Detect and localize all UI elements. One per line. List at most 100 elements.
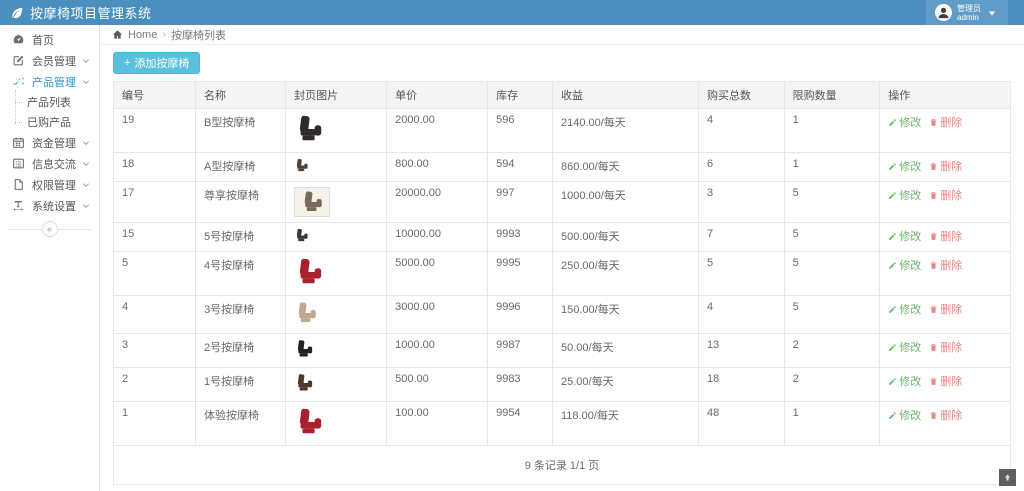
collapse-icon <box>42 221 58 237</box>
arrow-up-icon <box>1003 473 1012 482</box>
cell-name: A型按摩椅 <box>196 153 286 182</box>
table-row: 1 体验按摩椅 100.00 9954 118.00/每天 48 1 <box>114 402 1011 446</box>
avatar <box>935 4 952 21</box>
breadcrumb-separator: › <box>162 29 166 41</box>
cell-limit: 5 <box>784 296 880 334</box>
cell-purchases: 5 <box>699 252 785 296</box>
cell-limit: 1 <box>784 109 880 153</box>
cell-price: 10000.00 <box>387 223 488 252</box>
sidebar-item-products[interactable]: 产品管理 <box>0 71 99 92</box>
delete-link[interactable]: 删除 <box>929 339 962 355</box>
chevron-down-icon <box>82 202 90 210</box>
delete-link[interactable]: 删除 <box>929 187 962 203</box>
cell-limit: 2 <box>784 334 880 368</box>
breadcrumb-home[interactable]: Home <box>128 29 157 41</box>
sidebar-collapse-toggle[interactable] <box>0 218 99 240</box>
cell-stock: 9983 <box>488 368 553 402</box>
pencil-icon <box>888 261 897 270</box>
delete-link[interactable]: 删除 <box>929 301 962 317</box>
cell-stock: 997 <box>488 182 553 223</box>
cell-actions: 修改 删除 <box>880 252 1011 296</box>
cell-limit: 1 <box>784 402 880 446</box>
table-body: 19 B型按摩椅 2000.00 596 2140.00/每天 4 1 <box>114 109 1011 446</box>
massage-chair-photo <box>294 373 314 393</box>
edit-link[interactable]: 修改 <box>888 228 921 244</box>
cell-price: 3000.00 <box>387 296 488 334</box>
pencil-icon <box>888 343 897 352</box>
edit-link[interactable]: 修改 <box>888 373 921 389</box>
user-menu[interactable]: 管理员 admin <box>926 0 1008 25</box>
sidebar-item-messages[interactable]: 信息交流 <box>0 153 99 174</box>
cell-limit: 5 <box>784 182 880 223</box>
edit-link[interactable]: 修改 <box>888 187 921 203</box>
sidebar-subitem-purchased-products[interactable]: 已购产品 <box>0 112 99 132</box>
sidebar-item-home[interactable]: 首页 <box>0 29 99 50</box>
plus-icon: + <box>124 57 130 69</box>
sidebar-item-label: 首页 <box>32 32 54 48</box>
cell-limit: 5 <box>784 252 880 296</box>
sidebar-item-settings[interactable]: 系统设置 <box>0 195 99 216</box>
cell-revenue: 1000.00/每天 <box>552 182 698 223</box>
cell-purchases: 18 <box>699 368 785 402</box>
cell-revenue: 2140.00/每天 <box>552 109 698 153</box>
edit-link[interactable]: 修改 <box>888 257 921 273</box>
page: 按摩椅项目管理系统 管理员 admin 首页 会员管理 <box>0 0 1024 491</box>
cell-stock: 9993 <box>488 223 553 252</box>
cell-cover-image <box>286 296 387 334</box>
breadcrumb: Home › 按摩椅列表 <box>100 25 1024 45</box>
cell-stock: 596 <box>488 109 553 153</box>
back-to-top-button[interactable] <box>999 469 1016 486</box>
top-navbar: 按摩椅项目管理系统 管理员 admin <box>0 0 1024 25</box>
edit-link[interactable]: 修改 <box>888 301 921 317</box>
chevron-down-icon <box>82 181 90 189</box>
pencil-icon <box>888 162 897 171</box>
cell-price: 2000.00 <box>387 109 488 153</box>
cell-price: 500.00 <box>387 368 488 402</box>
sidebar-item-permissions[interactable]: 权限管理 <box>0 174 99 195</box>
delete-link[interactable]: 删除 <box>929 114 962 130</box>
column-header: 名称 <box>196 82 286 109</box>
edit-link[interactable]: 修改 <box>888 407 921 423</box>
cell-id: 17 <box>114 182 196 223</box>
table-row: 17 尊享按摩椅 20000.00 997 1000.00/每天 3 5 <box>114 182 1011 223</box>
add-massage-chair-button[interactable]: + 添加按摩椅 <box>113 52 200 74</box>
delete-link[interactable]: 删除 <box>929 407 962 423</box>
delete-link[interactable]: 删除 <box>929 373 962 389</box>
edit-link[interactable]: 修改 <box>888 339 921 355</box>
delete-link[interactable]: 删除 <box>929 257 962 273</box>
chevron-down-icon <box>82 78 90 86</box>
cell-id: 19 <box>114 109 196 153</box>
edit-link[interactable]: 修改 <box>888 114 921 130</box>
pencil-icon <box>888 377 897 386</box>
cell-stock: 9987 <box>488 334 553 368</box>
cell-revenue: 118.00/每天 <box>552 402 698 446</box>
cell-revenue: 25.00/每天 <box>552 368 698 402</box>
delete-link[interactable]: 删除 <box>929 158 962 174</box>
cell-revenue: 50.00/每天 <box>552 334 698 368</box>
trash-icon <box>929 411 938 420</box>
cell-price: 800.00 <box>387 153 488 182</box>
sidebar-subitem-label: 产品列表 <box>27 94 71 110</box>
column-header: 库存 <box>488 82 553 109</box>
column-header: 单价 <box>387 82 488 109</box>
sidebar-subitem-product-list[interactable]: 产品列表 <box>0 92 99 112</box>
trash-icon <box>929 162 938 171</box>
edit-link[interactable]: 修改 <box>888 158 921 174</box>
table-row: 19 B型按摩椅 2000.00 596 2140.00/每天 4 1 <box>114 109 1011 153</box>
cell-actions: 修改 删除 <box>880 223 1011 252</box>
cell-price: 5000.00 <box>387 252 488 296</box>
sidebar-item-members[interactable]: 会员管理 <box>0 50 99 71</box>
brand[interactable]: 按摩椅项目管理系统 <box>0 3 152 22</box>
cell-name: 3号按摩椅 <box>196 296 286 334</box>
file-icon <box>12 178 25 191</box>
delete-link[interactable]: 删除 <box>929 228 962 244</box>
app-title: 按摩椅项目管理系统 <box>30 3 152 22</box>
content-panel: + 添加按摩椅 编号名称封页图片单价库存收益购买总数限购数量操作 19 B型按摩… <box>100 45 1024 485</box>
cell-id: 5 <box>114 252 196 296</box>
table-row: 18 A型按摩椅 800.00 594 860.00/每天 6 1 <box>114 153 1011 182</box>
sidebar-item-label: 系统设置 <box>32 198 76 214</box>
sidebar-item-funds[interactable]: 资金管理 <box>0 132 99 153</box>
table-row: 2 1号按摩椅 500.00 9983 25.00/每天 18 2 <box>114 368 1011 402</box>
pencil-icon <box>888 232 897 241</box>
sidebar-item-label: 资金管理 <box>32 135 76 151</box>
